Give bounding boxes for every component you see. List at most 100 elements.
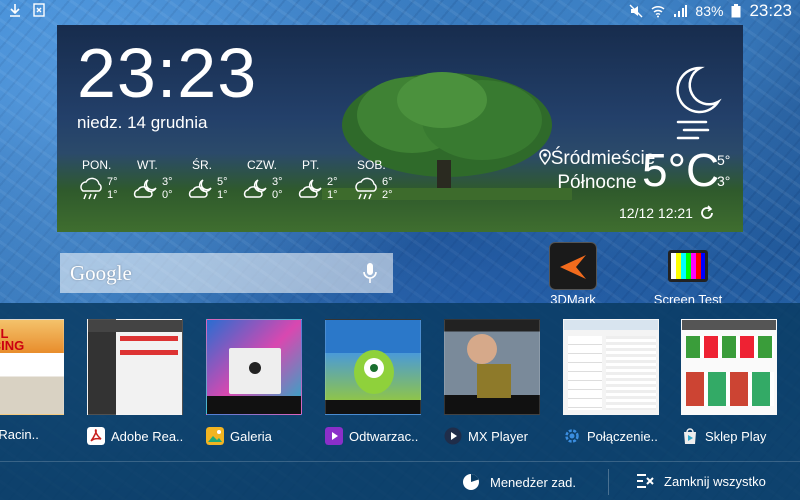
moon-fog-icon: [676, 66, 722, 140]
google-search-bar[interactable]: Google: [60, 253, 393, 293]
forecast-day-name: CZW.: [247, 158, 277, 172]
task-manager-button[interactable]: Menedżer zad.: [462, 473, 576, 491]
recent-app-label: MX Player: [468, 428, 528, 444]
forecast-high: 6°: [382, 176, 393, 188]
forecast-day-name: PT.: [302, 158, 320, 172]
updated-time: 12/12 12:21: [619, 205, 693, 221]
recent-app-thumbnail[interactable]: [206, 319, 302, 415]
task-manager-label: Menedżer zad.: [490, 474, 576, 490]
recent-app-card[interactable]: Połączenie..: [563, 319, 659, 445]
recent-apps-list: REALRACING Real Racin.. Adobe Rea..: [0, 319, 800, 449]
forecast-low: 0°: [162, 189, 173, 201]
forecast-low: 2°: [382, 189, 393, 201]
moon-cloud-icon: [243, 179, 267, 198]
recent-app-caption: Sklep Play: [681, 427, 777, 445]
forecast-day-name: PON.: [82, 158, 112, 172]
recent-app-label: Połączenie..: [587, 428, 658, 444]
mx-player-icon: [444, 427, 462, 445]
recent-app-caption: Połączenie..: [563, 427, 659, 445]
forecast-high: 2°: [327, 176, 338, 188]
forecast-low: 0°: [272, 189, 283, 201]
status-time: 23:23: [749, 1, 792, 20]
recent-app-caption: Galeria: [206, 427, 302, 445]
forecast-high: 3°: [162, 176, 173, 188]
widget-date: niedz. 14 grudnia: [77, 113, 208, 132]
forecast-day: ŚR. 5° 1°: [187, 158, 242, 202]
tv-test-pattern-icon: [664, 242, 712, 290]
temp-low: 3°: [717, 173, 731, 189]
forecast-day: PON. 7° 1°: [77, 158, 132, 202]
forecast-day: WT. 3° 0°: [132, 158, 187, 202]
recent-app-thumbnail[interactable]: [444, 319, 540, 415]
microphone-icon[interactable]: [363, 262, 377, 284]
recent-app-card[interactable]: Odtwarzac..: [325, 319, 421, 445]
recent-app-thumbnail[interactable]: [87, 319, 183, 415]
recent-app-caption: MX Player: [444, 427, 540, 445]
weather-updated: 12/12 12:21: [619, 205, 715, 221]
button-separator: [608, 469, 609, 495]
recent-app-label: Real Racin..: [0, 427, 39, 442]
recent-app-thumbnail[interactable]: [563, 319, 659, 415]
battery-icon: [731, 4, 741, 18]
signal-icon: [674, 5, 688, 17]
forecast-low: 1°: [217, 189, 228, 201]
forecast-low: 1°: [327, 189, 338, 201]
recent-app-label: Galeria: [230, 428, 272, 444]
current-temperature: 5°C: [642, 144, 720, 196]
recent-app-card[interactable]: Adobe Rea..: [87, 319, 183, 445]
weather-clock-widget[interactable]: 23:23 niedz. 14 grudnia PON. 7° 1° WT. 3°…: [57, 25, 743, 232]
play-store-icon: [684, 428, 696, 444]
recent-app-label: Sklep Play: [705, 428, 767, 444]
temp-high: 5°: [717, 152, 731, 168]
gear-icon: [565, 429, 579, 443]
forecast-row: PON. 7° 1° WT. 3° 0° ŚR. 5° 1° CZW. 3° 0…: [77, 158, 407, 202]
forecast-day: CZW. 3° 0°: [242, 158, 297, 202]
moon-cloud-icon: [188, 179, 212, 198]
recent-app-card[interactable]: REALRACING Real Racin..: [0, 319, 64, 442]
moon-cloud-icon: [298, 179, 322, 198]
recent-app-label: Adobe Rea..: [111, 428, 184, 444]
forecast-low: 1°: [107, 189, 118, 201]
recent-app-card[interactable]: Sklep Play: [681, 319, 777, 445]
forecast-day-name: ŚR.: [192, 158, 213, 172]
refresh-icon[interactable]: [699, 205, 715, 221]
recent-app-thumbnail[interactable]: [681, 319, 777, 415]
recent-app-label: Odtwarzac..: [349, 428, 419, 444]
status-bar: 83% 23:23: [0, 0, 800, 22]
battery-percent: 83%: [695, 3, 724, 19]
forecast-day: PT. 2° 1°: [297, 158, 352, 202]
recent-app-thumbnail[interactable]: [325, 319, 421, 415]
app-screen-test[interactable]: Screen Test: [648, 242, 728, 307]
wifi-icon: [651, 5, 665, 18]
forecast-high: 5°: [217, 176, 228, 188]
rain-cloud-icon: [80, 177, 102, 200]
app-3dmark[interactable]: 3DMark: [533, 242, 613, 307]
recent-apps-panel: REALRACING Real Racin.. Adobe Rea..: [0, 303, 800, 500]
forecast-day-name: SOB.: [357, 158, 386, 172]
recent-app-caption: Odtwarzac..: [325, 427, 421, 445]
close-all-button[interactable]: Zamknij wszystko: [636, 473, 766, 489]
forecast-high: 3°: [272, 176, 283, 188]
location-pin-icon: [538, 149, 551, 166]
forecast-high: 7°: [107, 176, 118, 188]
recent-app-caption: Real Racin..: [0, 427, 64, 442]
download-icon: [10, 4, 20, 17]
gallery-icon: [206, 427, 224, 445]
recent-app-caption: Adobe Rea..: [87, 427, 183, 445]
recent-app-card[interactable]: Galeria: [206, 319, 302, 445]
adobe-reader-icon: [87, 427, 105, 445]
pie-chart-icon: [463, 474, 479, 490]
forecast-day-name: WT.: [137, 158, 158, 172]
recent-app-card[interactable]: MX Player: [444, 319, 540, 445]
3dmark-icon: [549, 242, 597, 290]
temperature-range: 5° 3°: [717, 150, 730, 192]
close-all-label: Zamknij wszystko: [664, 473, 766, 489]
google-logo: Google: [70, 260, 132, 285]
forecast-day: SOB. 6° 2°: [352, 158, 407, 202]
close-all-icon: [637, 474, 654, 488]
mute-icon: [629, 4, 643, 18]
rain-cloud-icon: [355, 177, 377, 200]
moon-cloud-icon: [133, 179, 157, 198]
recent-app-thumbnail[interactable]: REALRACING: [0, 319, 64, 415]
widget-clock: 23:23: [77, 34, 258, 112]
